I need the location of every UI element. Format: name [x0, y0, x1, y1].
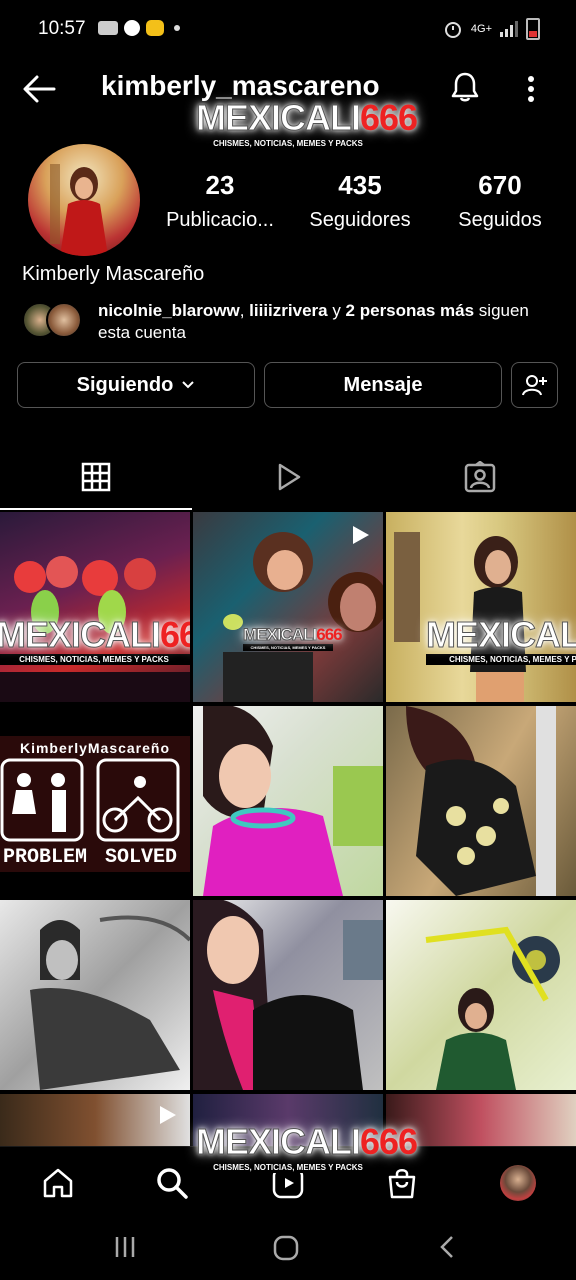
stat-following-label: Seguidos [458, 209, 542, 231]
follower-avatar [46, 302, 82, 338]
profile-full-name: Kimberly Mascareño [22, 263, 205, 285]
post-meme-left-text: PROBLEM [2, 846, 87, 869]
nav-home[interactable] [38, 1163, 78, 1203]
post-image [30, 915, 190, 1090]
status-bar: 10:57 4G+ [0, 0, 576, 58]
stat-posts[interactable]: 23 Publicacio... [150, 170, 290, 232]
back-nav-icon[interactable] [436, 1234, 458, 1260]
profile-stats: 23 Publicacio... 435 Seguidores 670 Segu… [150, 170, 570, 232]
post-meme-right-text: SOLVED [104, 846, 177, 869]
watermark-logo: MEXICALI666 CHISMES, NOTICIAS, MEMES Y P… [0, 615, 190, 665]
play-icon [353, 526, 369, 544]
post-thumbnail[interactable] [0, 900, 190, 1090]
watermark-logo: MEXICALI666 CHISMES, NOTICIAS, MEMES Y P… [425, 615, 576, 665]
search-icon [157, 1168, 188, 1199]
post-meme-title: KimberlyMascareño [19, 740, 171, 756]
profile-tabs [0, 446, 576, 510]
meme-pictograms [0, 758, 180, 842]
tab-posts-grid[interactable] [0, 446, 192, 510]
watermark-logo: MEXICALI666 CHISMES, NOTICIAS, MEMES Y P… [195, 1121, 418, 1173]
bell-icon[interactable] [448, 70, 482, 104]
avatar-photo [50, 164, 108, 256]
post-image [394, 532, 526, 702]
post-image [406, 706, 556, 896]
post-thumbnail[interactable] [0, 1094, 190, 1148]
following-label: Siguiendo [76, 373, 174, 396]
nav-search[interactable] [152, 1163, 192, 1203]
post-image [425, 926, 560, 1090]
watermark-logo: MEXICALI666 CHISMES, NOTICIAS, MEMES Y P… [195, 97, 418, 149]
app-notification-icon [146, 20, 164, 36]
tagged-icon [464, 461, 496, 493]
network-label: 4G+ [470, 23, 492, 35]
watermark-logo: MEXICALI666 CHISMES, NOTICIAS, MEMES Y P… [242, 625, 343, 651]
battery-icon [526, 18, 540, 40]
messenger-icon [124, 20, 140, 36]
followed-by-text: nicolnie_blaroww, liiiizrivera y 2 perso… [98, 301, 529, 342]
stat-following-value: 670 [478, 170, 522, 200]
post-thumbnail[interactable] [386, 900, 576, 1090]
message-label: Mensaje [343, 373, 423, 396]
outlook-icon [98, 21, 118, 35]
stat-followers-value: 435 [338, 170, 382, 200]
reels-icon [278, 463, 301, 491]
stat-following[interactable]: 670 Seguidos [430, 170, 570, 232]
nav-shop[interactable] [382, 1163, 422, 1203]
play-icon [160, 1106, 176, 1124]
shop-icon [388, 1169, 416, 1199]
nav-profile[interactable] [498, 1163, 538, 1203]
post-thumbnail[interactable] [193, 900, 383, 1090]
add-person-icon [521, 375, 547, 396]
post-thumbnail[interactable] [386, 706, 576, 896]
post-thumbnail[interactable]: MEXICALI666 CHISMES, NOTICIAS, MEMES Y P… [0, 512, 190, 702]
profile-avatar[interactable] [28, 144, 140, 256]
back-arrow-icon[interactable] [22, 74, 56, 104]
post-thumbnail[interactable]: KimberlyMascareño PROBLEM SOLVED [0, 706, 190, 896]
tab-reels[interactable] [192, 446, 384, 508]
stat-followers[interactable]: 435 Seguidores [290, 170, 430, 232]
recent-apps-icon[interactable] [112, 1234, 138, 1260]
post-thumbnail[interactable] [193, 706, 383, 896]
stat-posts-value: 23 [205, 170, 235, 200]
signal-icon [500, 21, 518, 37]
post-image [203, 706, 383, 896]
more-notifications-dot [174, 25, 180, 31]
post-thumbnail[interactable]: MEXICALI666 CHISMES, NOTICIAS, MEMES Y P… [386, 512, 576, 702]
status-right: 4G+ [443, 18, 540, 40]
post-image [193, 900, 383, 1090]
message-button[interactable]: Mensaje [264, 362, 502, 408]
post-thumbnail[interactable]: MEXICALI666 CHISMES, NOTICIAS, MEMES Y P… [193, 512, 383, 702]
home-icon [43, 1168, 73, 1198]
stat-followers-label: Seguidores [309, 209, 411, 231]
stat-posts-label: Publicacio... [166, 209, 274, 231]
suggest-people-button[interactable] [511, 362, 558, 408]
more-vertical-icon[interactable] [520, 72, 542, 106]
notification-icons [98, 20, 180, 36]
post-image [0, 556, 190, 702]
profile-avatar-icon [500, 1165, 536, 1201]
home-button-icon[interactable] [272, 1234, 300, 1262]
following-button[interactable]: Siguiendo [17, 362, 255, 408]
chevron-down-icon [182, 381, 195, 389]
status-time: 10:57 [38, 18, 86, 39]
grid-icon [81, 462, 111, 492]
tab-tagged[interactable] [384, 446, 576, 508]
alarm-icon [444, 22, 461, 38]
system-navigation [0, 1218, 576, 1280]
